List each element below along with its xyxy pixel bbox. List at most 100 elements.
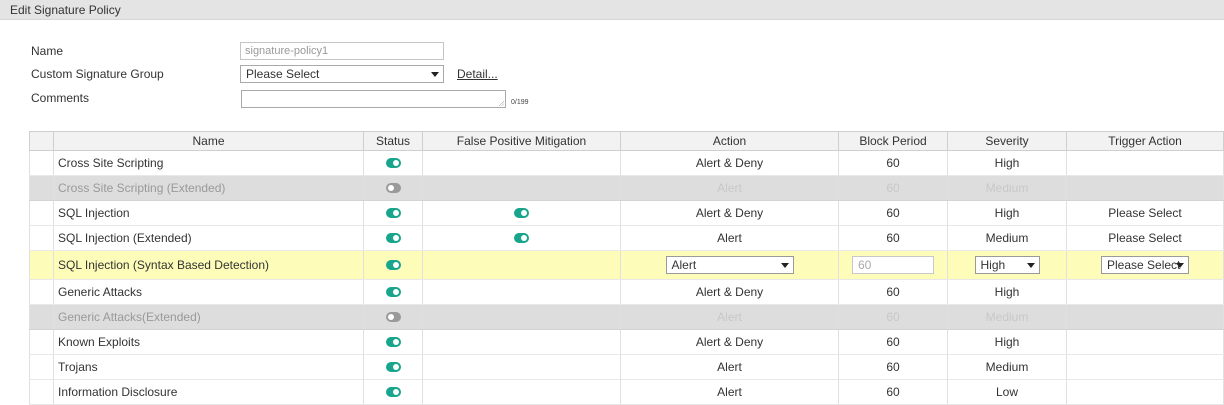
action-value: Alert [620, 379, 839, 405]
block-period-value: 60 [838, 354, 948, 380]
table-row[interactable]: Cross Site Scripting (Extended) Alert 60… [29, 175, 1224, 201]
status-toggle-icon[interactable] [385, 182, 401, 193]
row-select-cell[interactable] [29, 175, 54, 201]
table-row[interactable]: Generic Attacks(Extended) Alert 60 Mediu… [29, 304, 1224, 330]
status-toggle-icon[interactable] [385, 207, 401, 218]
severity-value: High [947, 279, 1067, 305]
status-toggle-icon[interactable] [385, 259, 401, 270]
status-cell [363, 279, 423, 305]
row-select-cell[interactable] [29, 304, 54, 330]
trigger-action-select[interactable]: Please Select [1101, 256, 1189, 274]
custom-signature-group-select[interactable]: Please Select [240, 65, 444, 83]
trigger-action-value [1066, 279, 1224, 305]
comments-textarea[interactable] [241, 90, 506, 108]
status-cell [363, 379, 423, 405]
trigger-action-value [1066, 354, 1224, 380]
severity-value: High [947, 200, 1067, 226]
header-name[interactable]: Name [53, 131, 364, 151]
severity-value: High [947, 329, 1067, 355]
detail-link[interactable]: Detail... [457, 67, 498, 81]
fpm-cell [422, 175, 621, 201]
trigger-action-value [1066, 150, 1224, 176]
block-period-input[interactable]: 60 [852, 256, 934, 274]
chevron-down-icon [431, 72, 439, 77]
name-field[interactable]: signature-policy1 [240, 42, 444, 60]
table-row[interactable]: SQL Injection (Extended) Alert 60 Medium… [29, 225, 1224, 251]
custom-signature-group-value: Please Select [246, 67, 320, 81]
table-row[interactable]: Information Disclosure Alert 60 Low [29, 379, 1224, 405]
table-row-editing[interactable]: SQL Injection (Syntax Based Detection) A… [29, 250, 1224, 280]
status-toggle-icon[interactable] [385, 286, 401, 297]
severity-cell: High [947, 250, 1067, 280]
signature-name: Generic Attacks [53, 279, 364, 305]
status-cell [363, 225, 423, 251]
chevron-down-icon [780, 263, 789, 268]
fpm-cell [422, 200, 621, 226]
dialog-title-bar: Edit Signature Policy [0, 0, 1224, 20]
status-cell [363, 175, 423, 201]
block-period-value: 60 [838, 329, 948, 355]
signature-name: Cross Site Scripting (Extended) [53, 175, 364, 201]
row-select-cell[interactable] [29, 150, 54, 176]
block-period-value: 60 [838, 225, 948, 251]
row-select-cell[interactable] [29, 354, 54, 380]
dialog-title: Edit Signature Policy [10, 3, 121, 17]
comments-char-counter: 0/199 [511, 99, 529, 106]
row-select-cell[interactable] [29, 200, 54, 226]
status-cell [363, 329, 423, 355]
status-cell [363, 354, 423, 380]
fpm-toggle-icon[interactable] [514, 232, 529, 243]
row-select-cell[interactable] [29, 279, 54, 305]
chevron-down-icon [1026, 263, 1035, 268]
header-trigger-action[interactable]: Trigger Action [1066, 131, 1224, 151]
trigger-action-value: Please Select [1066, 200, 1224, 226]
signature-name: Generic Attacks(Extended) [53, 304, 364, 330]
status-toggle-icon[interactable] [385, 336, 401, 347]
action-value: Alert [620, 225, 839, 251]
chevron-down-icon [1176, 263, 1184, 268]
fpm-cell [422, 225, 621, 251]
row-select-cell[interactable] [29, 329, 54, 355]
table-row[interactable]: Trojans Alert 60 Medium [29, 354, 1224, 380]
status-toggle-icon[interactable] [385, 311, 401, 322]
header-action[interactable]: Action [620, 131, 839, 151]
block-period-value: 60 [838, 175, 948, 201]
header-severity[interactable]: Severity [947, 131, 1067, 151]
severity-select[interactable]: High [974, 256, 1040, 274]
block-period-value: 60 [838, 150, 948, 176]
header-status[interactable]: Status [363, 131, 423, 151]
trigger-action-cell: Please Select [1066, 250, 1224, 280]
severity-value: Medium [947, 175, 1067, 201]
status-toggle-icon[interactable] [385, 361, 401, 372]
table-row[interactable]: Known Exploits Alert & Deny 60 High [29, 329, 1224, 355]
action-value: Alert & Deny [620, 150, 839, 176]
block-period-cell: 60 [838, 250, 948, 280]
trigger-action-value [1066, 175, 1224, 201]
action-select-value: Alert [671, 258, 697, 272]
action-value: Alert & Deny [620, 329, 839, 355]
trigger-action-value: Please Select [1066, 225, 1224, 251]
table-row[interactable]: SQL Injection Alert & Deny 60 High Pleas… [29, 200, 1224, 226]
status-toggle-icon[interactable] [385, 157, 401, 168]
fpm-toggle-icon[interactable] [514, 207, 529, 218]
trigger-action-value [1066, 304, 1224, 330]
row-select-cell[interactable] [29, 379, 54, 405]
status-cell [363, 250, 423, 280]
action-select[interactable]: Alert [665, 256, 794, 274]
table-row[interactable]: Cross Site Scripting Alert & Deny 60 Hig… [29, 150, 1224, 176]
row-select-cell[interactable] [29, 250, 54, 280]
status-toggle-icon[interactable] [385, 232, 401, 243]
fpm-cell [422, 379, 621, 405]
trigger-action-select-value: Please Select [1107, 258, 1181, 272]
severity-value: Medium [947, 304, 1067, 330]
header-block-period[interactable]: Block Period [838, 131, 948, 151]
action-value: Alert & Deny [620, 279, 839, 305]
header-false-positive-mitigation[interactable]: False Positive Mitigation [422, 131, 621, 151]
action-value: Alert & Deny [620, 200, 839, 226]
status-toggle-icon[interactable] [385, 386, 401, 397]
status-cell [363, 304, 423, 330]
row-select-cell[interactable] [29, 225, 54, 251]
resize-grip-icon[interactable] [498, 100, 504, 106]
signature-name: SQL Injection [53, 200, 364, 226]
table-row[interactable]: Generic Attacks Alert & Deny 60 High [29, 279, 1224, 305]
